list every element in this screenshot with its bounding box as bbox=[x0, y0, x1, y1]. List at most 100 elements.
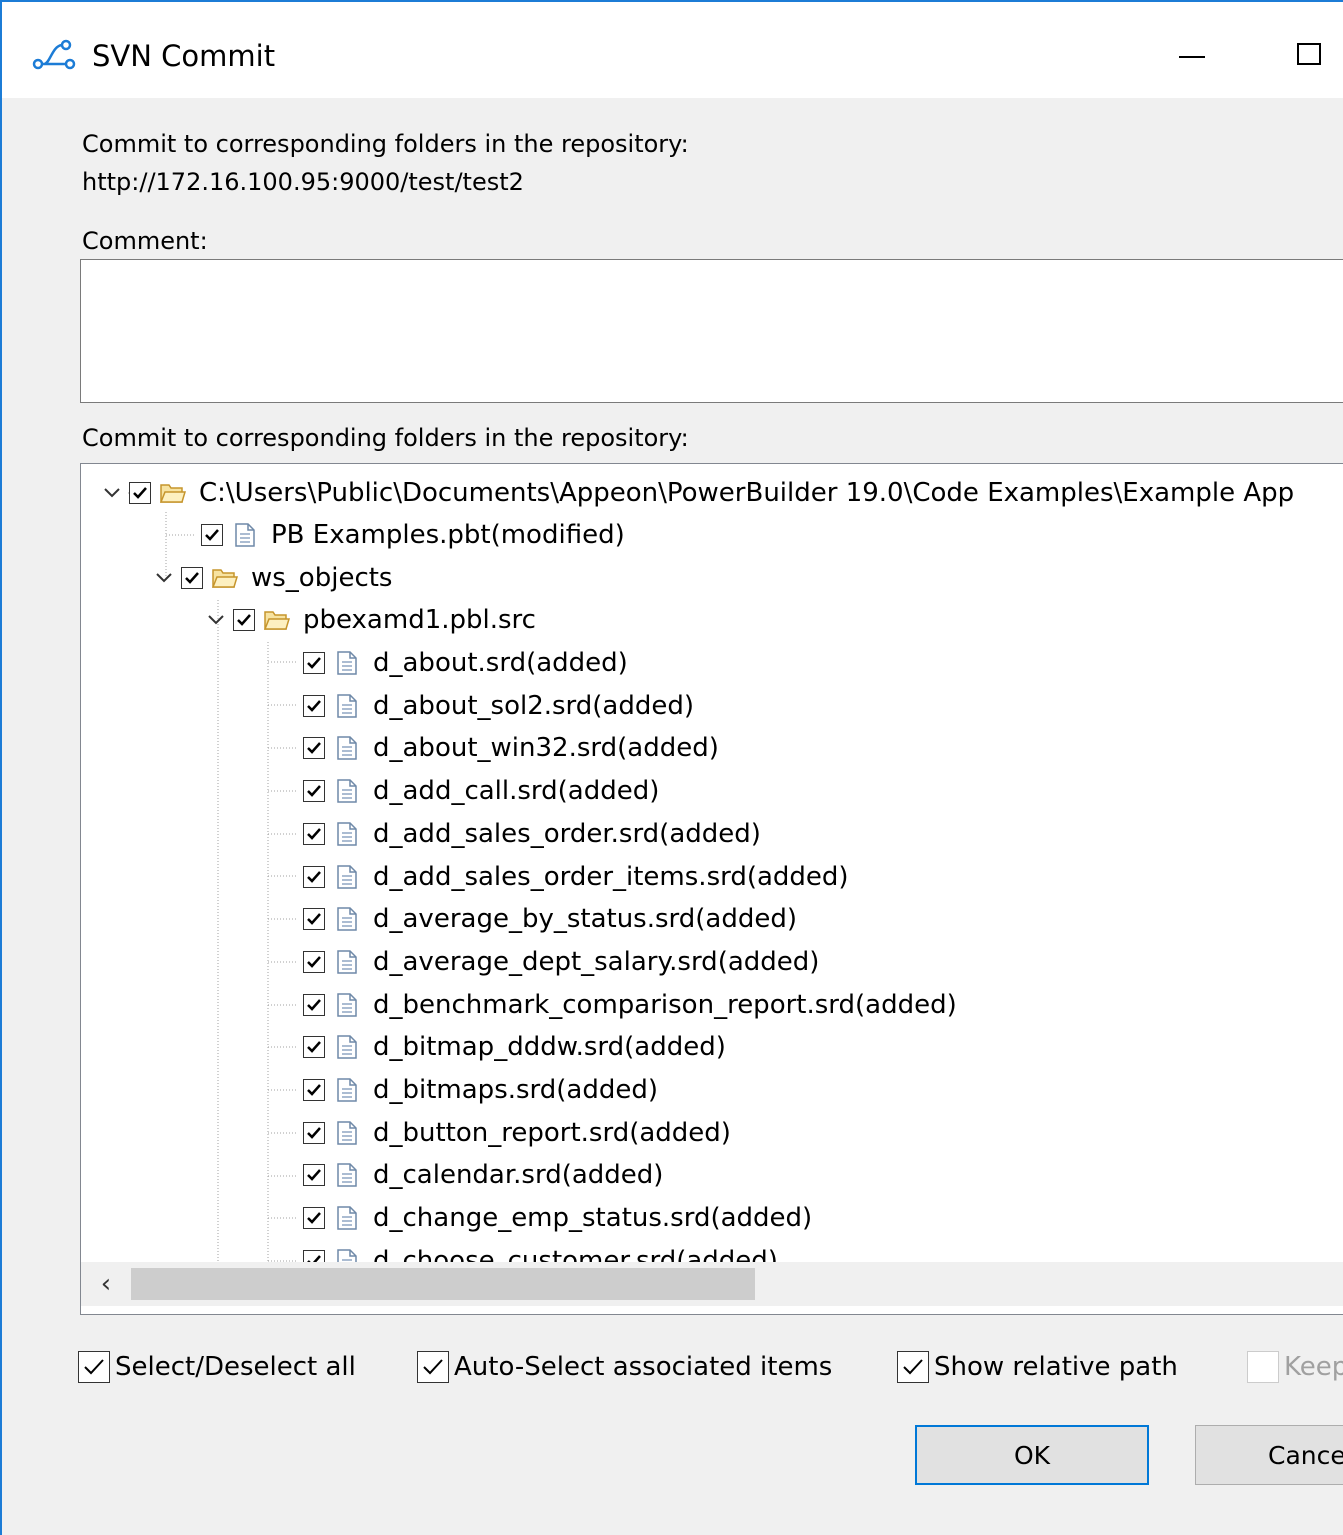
svn-commit-dialog: SVN Commit Commit to corresponding folde… bbox=[0, 0, 1343, 1535]
maximize-button[interactable] bbox=[1274, 24, 1343, 84]
title-bar[interactable]: SVN Commit bbox=[2, 2, 1343, 98]
file-icon bbox=[334, 907, 360, 931]
tree-node-file[interactable]: d_about.srd(added) bbox=[303, 643, 628, 683]
file-icon bbox=[232, 523, 258, 547]
tree-node-file[interactable]: d_add_sales_order.srd(added) bbox=[303, 814, 761, 854]
cancel-button[interactable]: Cance bbox=[1195, 1425, 1343, 1485]
tree-checkbox[interactable] bbox=[303, 1036, 325, 1059]
window-title: SVN Commit bbox=[92, 39, 276, 73]
tree-checkbox[interactable] bbox=[233, 609, 255, 631]
tree-checkbox[interactable] bbox=[303, 993, 325, 1016]
relative-path-label: Show relative path bbox=[934, 1352, 1178, 1382]
file-icon bbox=[334, 1163, 360, 1188]
keep-option: Keep bbox=[1247, 1347, 1343, 1387]
file-icon bbox=[334, 779, 360, 803]
tree-checkbox[interactable] bbox=[303, 1121, 325, 1144]
tree-checkbox[interactable] bbox=[303, 652, 325, 674]
tree-node-root[interactable]: C:\Users\Public\Documents\Appeon\PowerBu… bbox=[101, 473, 1294, 513]
tree-node-file[interactable]: d_add_sales_order_items.srd(added) bbox=[303, 857, 849, 897]
repository-url: http://172.16.100.95:9000/test/test2 bbox=[82, 168, 524, 196]
tree-node-file[interactable]: d_average_dept_salary.srd(added) bbox=[303, 942, 819, 982]
tree-node-pbt[interactable]: PB Examples.pbt(modified) bbox=[201, 515, 625, 555]
tree-node-label: d_button_report.srd(added) bbox=[373, 1117, 731, 1148]
changed-files-tree[interactable]: C:\Users\Public\Documents\Appeon\PowerBu… bbox=[80, 463, 1343, 1315]
tree-node-file[interactable]: d_bitmap_dddw.srd(added) bbox=[303, 1027, 726, 1067]
tree-checkbox[interactable] bbox=[303, 1207, 325, 1230]
tree-node-file[interactable]: d_about_sol2.srd(added) bbox=[303, 686, 694, 726]
minimize-icon bbox=[1179, 56, 1205, 58]
tree-node-label: d_bitmaps.srd(added) bbox=[373, 1075, 659, 1105]
tree-node-label: d_add_sales_order_items.srd(added) bbox=[373, 861, 849, 892]
tree-node-file[interactable]: d_about_win32.srd(added) bbox=[303, 728, 719, 768]
scroll-left-icon[interactable]: ‹ bbox=[91, 1268, 121, 1300]
comment-textarea[interactable] bbox=[81, 260, 1343, 402]
file-icon bbox=[334, 864, 360, 889]
tree-checkbox[interactable] bbox=[303, 694, 325, 717]
horizontal-scrollbar[interactable]: ‹ bbox=[81, 1262, 1343, 1306]
tree-node-label: ws_objects bbox=[251, 563, 393, 593]
tree-node-label: d_average_by_status.srd(added) bbox=[373, 904, 797, 935]
svn-branch-icon bbox=[32, 39, 76, 70]
tree-node-ws-objects[interactable]: ws_objects bbox=[153, 558, 392, 598]
chevron-down-icon[interactable] bbox=[101, 482, 123, 504]
tree-checkbox[interactable] bbox=[303, 1079, 325, 1101]
tree-node-file[interactable]: d_calendar.srd(added) bbox=[303, 1155, 663, 1195]
auto-select-option[interactable]: Auto-Select associated items bbox=[417, 1347, 832, 1387]
tree-node-label: d_bitmap_dddw.srd(added) bbox=[373, 1032, 726, 1063]
tree-node-label: PB Examples.pbt(modified) bbox=[271, 520, 625, 550]
tree-node-label: d_change_emp_status.srd(added) bbox=[373, 1203, 813, 1234]
select-all-label: Select/Deselect all bbox=[115, 1352, 356, 1382]
folder-icon bbox=[160, 481, 186, 505]
relative-path-option[interactable]: Show relative path bbox=[897, 1347, 1178, 1387]
tree-checkbox[interactable] bbox=[303, 865, 325, 888]
tree-node-label: d_benchmark_comparison_report.srd(added) bbox=[373, 989, 957, 1020]
tree-node-file[interactable]: d_button_report.srd(added) bbox=[303, 1113, 731, 1153]
file-list-label: Commit to corresponding folders in the r… bbox=[82, 424, 689, 452]
tree-node-label: d_add_call.srd(added) bbox=[373, 776, 660, 807]
file-icon bbox=[334, 822, 360, 846]
auto-select-checkbox[interactable] bbox=[417, 1351, 449, 1383]
file-icon bbox=[334, 1078, 360, 1102]
tree-checkbox[interactable] bbox=[303, 908, 325, 931]
auto-select-label: Auto-Select associated items bbox=[454, 1352, 833, 1382]
tree-node-label: d_add_sales_order.srd(added) bbox=[373, 818, 761, 849]
comment-input[interactable] bbox=[80, 259, 1343, 403]
tree-node-file[interactable]: d_change_emp_status.srd(added) bbox=[303, 1198, 812, 1238]
tree-checkbox[interactable] bbox=[201, 524, 223, 546]
tree-node-label: d_about.srd(added) bbox=[373, 648, 628, 678]
tree-node-file[interactable]: d_benchmark_comparison_report.srd(added) bbox=[303, 985, 957, 1025]
file-icon bbox=[334, 1120, 360, 1145]
tree-checkbox[interactable] bbox=[303, 780, 325, 803]
tree-node-file[interactable]: d_bitmaps.srd(added) bbox=[303, 1070, 658, 1110]
tree-checkbox[interactable] bbox=[303, 950, 325, 973]
file-icon bbox=[334, 651, 360, 675]
select-all-checkbox[interactable] bbox=[78, 1351, 110, 1383]
folder-icon bbox=[212, 566, 238, 590]
tree-node-file[interactable]: d_add_call.srd(added) bbox=[303, 771, 659, 811]
file-icon bbox=[334, 736, 360, 761]
relative-path-checkbox[interactable] bbox=[897, 1351, 929, 1383]
tree-node-label: pbexamd1.pbl.src bbox=[303, 605, 536, 635]
ok-button[interactable]: OK bbox=[915, 1425, 1149, 1485]
comment-label: Comment: bbox=[82, 227, 208, 255]
maximize-icon bbox=[1297, 43, 1321, 65]
file-icon bbox=[334, 693, 360, 718]
select-all-option[interactable]: Select/Deselect all bbox=[78, 1347, 356, 1387]
tree-checkbox[interactable] bbox=[181, 567, 203, 589]
minimize-button[interactable] bbox=[1157, 24, 1227, 84]
tree-node-file[interactable]: d_average_by_status.srd(added) bbox=[303, 899, 797, 939]
chevron-down-icon[interactable] bbox=[153, 567, 175, 589]
tree-node-pbl[interactable]: pbexamd1.pbl.src bbox=[205, 600, 536, 640]
scrollbar-thumb[interactable] bbox=[131, 1268, 755, 1300]
tree-checkbox[interactable] bbox=[129, 482, 151, 504]
tree-node-label: C:\Users\Public\Documents\Appeon\PowerBu… bbox=[199, 478, 1295, 508]
keep-label: Keep bbox=[1284, 1352, 1343, 1382]
tree-checkbox[interactable] bbox=[303, 1164, 325, 1187]
tree-checkbox[interactable] bbox=[303, 737, 325, 760]
keep-checkbox bbox=[1247, 1351, 1279, 1383]
tree-node-label: d_average_dept_salary.srd(added) bbox=[373, 946, 820, 977]
chevron-down-icon[interactable] bbox=[205, 609, 227, 631]
repository-heading: Commit to corresponding folders in the r… bbox=[82, 130, 689, 158]
tree-checkbox[interactable] bbox=[303, 822, 325, 845]
file-icon bbox=[334, 1206, 360, 1230]
